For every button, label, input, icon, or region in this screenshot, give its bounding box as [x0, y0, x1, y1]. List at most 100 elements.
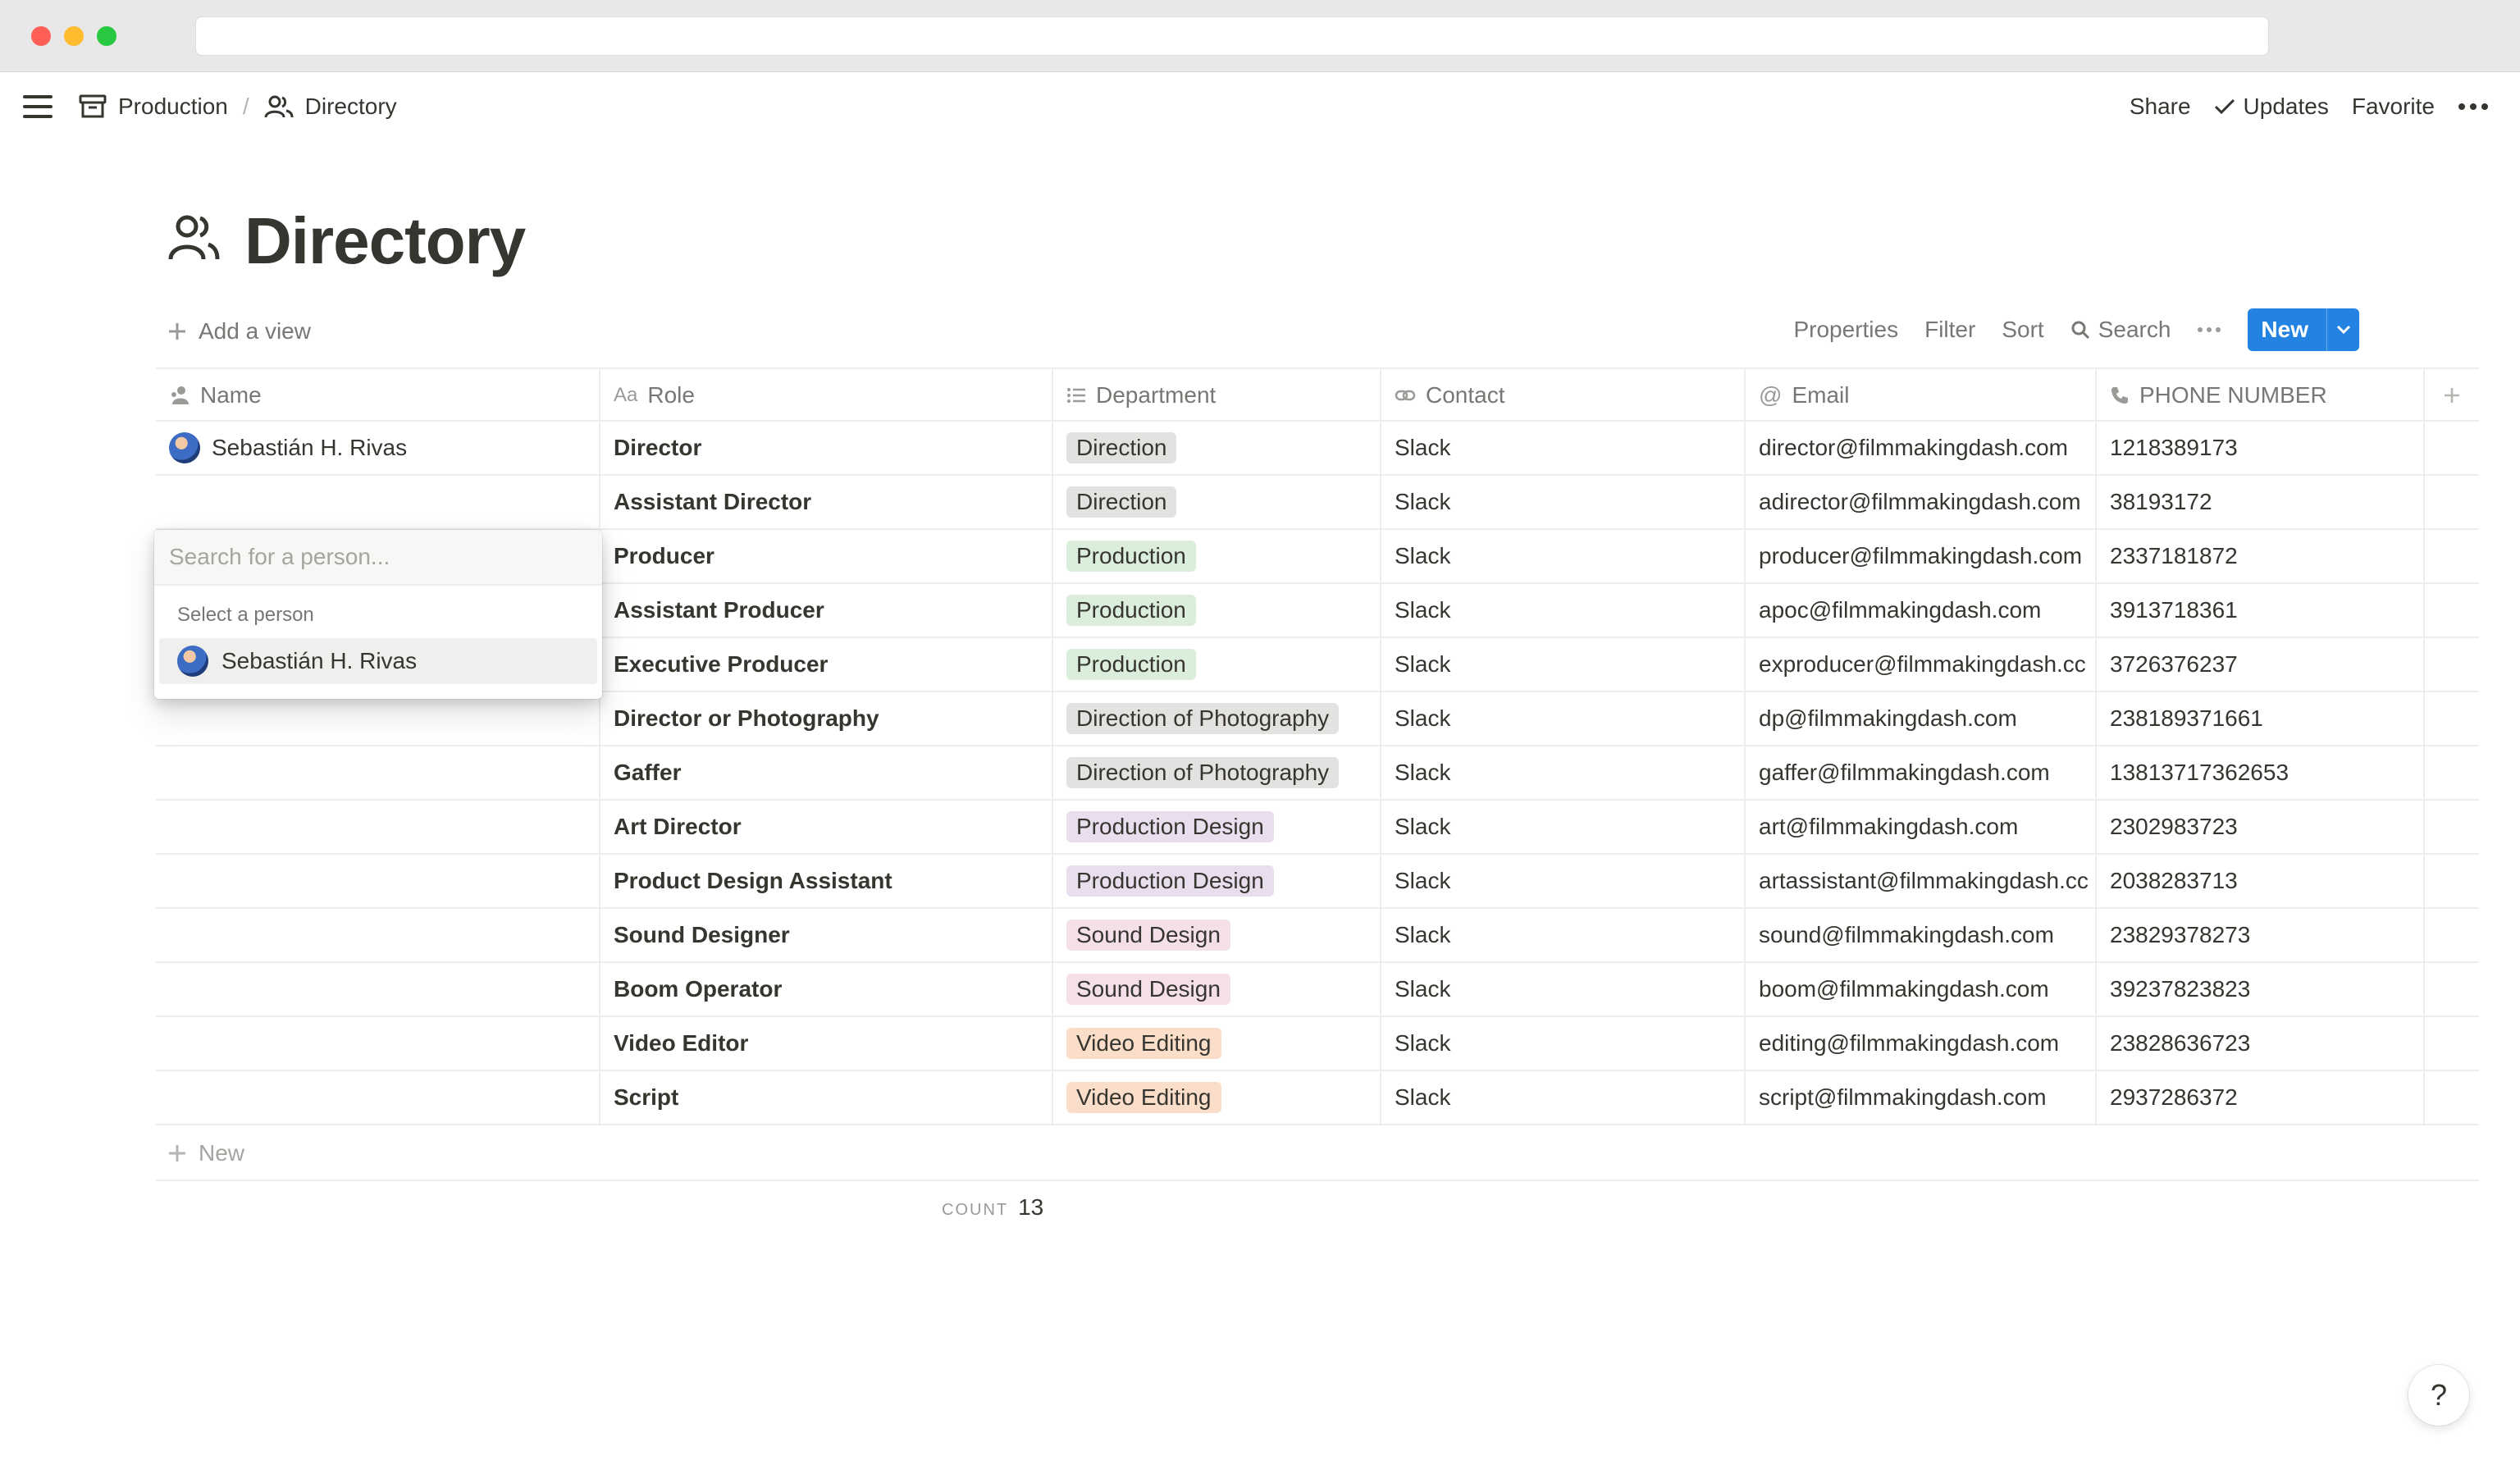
phone-cell[interactable]: 2337181872 [2097, 530, 2425, 582]
phone-cell[interactable]: 13813717362653 [2097, 746, 2425, 799]
contact-cell[interactable]: Slack [1381, 746, 1746, 799]
email-cell[interactable]: artassistant@filmmakingdash.cc [1746, 855, 2097, 907]
department-cell[interactable]: Sound Design [1053, 909, 1381, 961]
add-property-icon[interactable] [2425, 369, 2479, 422]
column-header-contact[interactable]: Contact [1381, 369, 1746, 422]
share-button[interactable]: Share [2130, 94, 2191, 120]
address-bar[interactable] [195, 16, 2269, 56]
department-cell[interactable]: Production [1053, 530, 1381, 582]
phone-cell[interactable]: 238189371661 [2097, 692, 2425, 745]
role-cell[interactable]: Script [600, 1071, 1053, 1124]
contact-cell[interactable]: Slack [1381, 909, 1746, 961]
table-row[interactable]: Boom Operator Sound Design Slack boom@filmm… [156, 963, 2479, 1017]
add-row-button[interactable]: New [167, 1132, 244, 1175]
role-cell[interactable]: Gaffer [600, 746, 1053, 799]
name-cell[interactable] [156, 855, 600, 907]
contact-cell[interactable]: Slack [1381, 963, 1746, 1015]
table-row[interactable]: Director or Photography Direction of Phot… [156, 692, 2479, 746]
sort-button[interactable]: Sort [2002, 317, 2043, 343]
role-cell[interactable]: Product Design Assistant [600, 855, 1053, 907]
name-cell[interactable] [156, 746, 600, 799]
name-cell[interactable] [156, 963, 600, 1015]
role-cell[interactable]: Art Director [600, 801, 1053, 853]
role-cell[interactable]: Assistant Producer [600, 584, 1053, 637]
phone-cell[interactable]: 3913718361 [2097, 584, 2425, 637]
name-cell[interactable] [156, 692, 600, 745]
person-search-input[interactable] [169, 544, 602, 570]
email-cell[interactable]: gaffer@filmmakingdash.com [1746, 746, 2097, 799]
name-cell[interactable] [156, 1017, 600, 1070]
page-people-icon[interactable] [167, 212, 220, 264]
email-cell[interactable]: producer@filmmakingdash.com [1746, 530, 2097, 582]
breadcrumb-production[interactable]: Production [79, 94, 228, 120]
person-option[interactable]: Sebastián H. Rivas [159, 638, 597, 684]
department-cell[interactable]: Direction [1053, 422, 1381, 474]
column-header-role[interactable]: Aa Role [600, 369, 1053, 422]
role-cell[interactable]: Director [600, 422, 1053, 474]
role-cell[interactable]: Director or Photography [600, 692, 1053, 745]
row-count[interactable]: COUNT 13 [942, 1194, 1043, 1221]
phone-cell[interactable]: 23828636723 [2097, 1017, 2425, 1070]
column-header-email[interactable]: @ Email [1746, 369, 2097, 422]
more-db-options-icon[interactable] [2197, 326, 2221, 333]
email-cell[interactable]: apoc@filmmakingdash.com [1746, 584, 2097, 637]
role-cell[interactable]: Executive Producer [600, 638, 1053, 691]
column-header-name[interactable]: Name [156, 369, 600, 422]
table-row[interactable]: Product Design Assistant Production Desig… [156, 855, 2479, 909]
contact-cell[interactable]: Slack [1381, 855, 1746, 907]
new-record-button[interactable]: New [2248, 308, 2326, 351]
phone-cell[interactable]: 1218389173 [2097, 422, 2425, 474]
close-window-button[interactable] [31, 26, 51, 46]
table-row[interactable]: Gaffer Direction of Photography Slack gaffe… [156, 746, 2479, 801]
chevron-down-icon[interactable] [2326, 308, 2359, 351]
contact-cell[interactable]: Slack [1381, 1071, 1746, 1124]
department-cell[interactable]: Production Design [1053, 801, 1381, 853]
table-row[interactable]: Sound Designer Sound Design Slack sound@fil… [156, 909, 2479, 963]
phone-cell[interactable]: 2302983723 [2097, 801, 2425, 853]
role-cell[interactable]: Boom Operator [600, 963, 1053, 1015]
contact-cell[interactable]: Slack [1381, 1017, 1746, 1070]
phone-cell[interactable]: 39237823823 [2097, 963, 2425, 1015]
filter-button[interactable]: Filter [1924, 317, 1975, 343]
updates-button[interactable]: Updates [2214, 94, 2329, 120]
contact-cell[interactable]: Slack [1381, 422, 1746, 474]
role-cell[interactable]: Assistant Director [600, 476, 1053, 528]
department-cell[interactable]: Direction of Photography [1053, 692, 1381, 745]
email-cell[interactable]: boom@filmmakingdash.com [1746, 963, 2097, 1015]
department-cell[interactable]: Sound Design [1053, 963, 1381, 1015]
department-cell[interactable]: Video Editing [1053, 1071, 1381, 1124]
contact-cell[interactable]: Slack [1381, 801, 1746, 853]
department-cell[interactable]: Production [1053, 638, 1381, 691]
breadcrumb-directory[interactable]: Directory [264, 94, 397, 120]
email-cell[interactable]: dp@filmmakingdash.com [1746, 692, 2097, 745]
maximize-window-button[interactable] [97, 26, 116, 46]
menu-icon[interactable] [23, 95, 52, 118]
phone-cell[interactable]: 3726376237 [2097, 638, 2425, 691]
department-cell[interactable]: Production [1053, 584, 1381, 637]
add-view-button[interactable]: Add a view [167, 315, 311, 348]
column-header-department[interactable]: Department [1053, 369, 1381, 422]
name-cell[interactable] [156, 801, 600, 853]
phone-cell[interactable]: 2038283713 [2097, 855, 2425, 907]
email-cell[interactable]: script@filmmakingdash.com [1746, 1071, 2097, 1124]
name-cell[interactable]: Sebastián H. Rivas [156, 422, 600, 474]
role-cell[interactable]: Producer [600, 530, 1053, 582]
department-cell[interactable]: Production Design [1053, 855, 1381, 907]
contact-cell[interactable]: Slack [1381, 638, 1746, 691]
email-cell[interactable]: editing@filmmakingdash.com [1746, 1017, 2097, 1070]
department-cell[interactable]: Direction [1053, 476, 1381, 528]
search-button[interactable]: Search [2070, 317, 2171, 343]
contact-cell[interactable]: Slack [1381, 584, 1746, 637]
email-cell[interactable]: sound@filmmakingdash.com [1746, 909, 2097, 961]
table-row[interactable]: Assistant Director Direction Slack adirecto… [156, 476, 2479, 530]
favorite-button[interactable]: Favorite [2352, 94, 2435, 120]
department-cell[interactable]: Direction of Photography [1053, 746, 1381, 799]
phone-cell[interactable]: 2937286372 [2097, 1071, 2425, 1124]
name-cell[interactable] [156, 476, 600, 528]
contact-cell[interactable]: Slack [1381, 476, 1746, 528]
table-row[interactable]: Script Video Editing Slack script@filmmakin… [156, 1071, 2479, 1125]
email-cell[interactable]: adirector@filmmakingdash.com [1746, 476, 2097, 528]
email-cell[interactable]: art@filmmakingdash.com [1746, 801, 2097, 853]
email-cell[interactable]: director@filmmakingdash.com [1746, 422, 2097, 474]
column-header-phone[interactable]: PHONE NUMBER [2097, 369, 2425, 422]
